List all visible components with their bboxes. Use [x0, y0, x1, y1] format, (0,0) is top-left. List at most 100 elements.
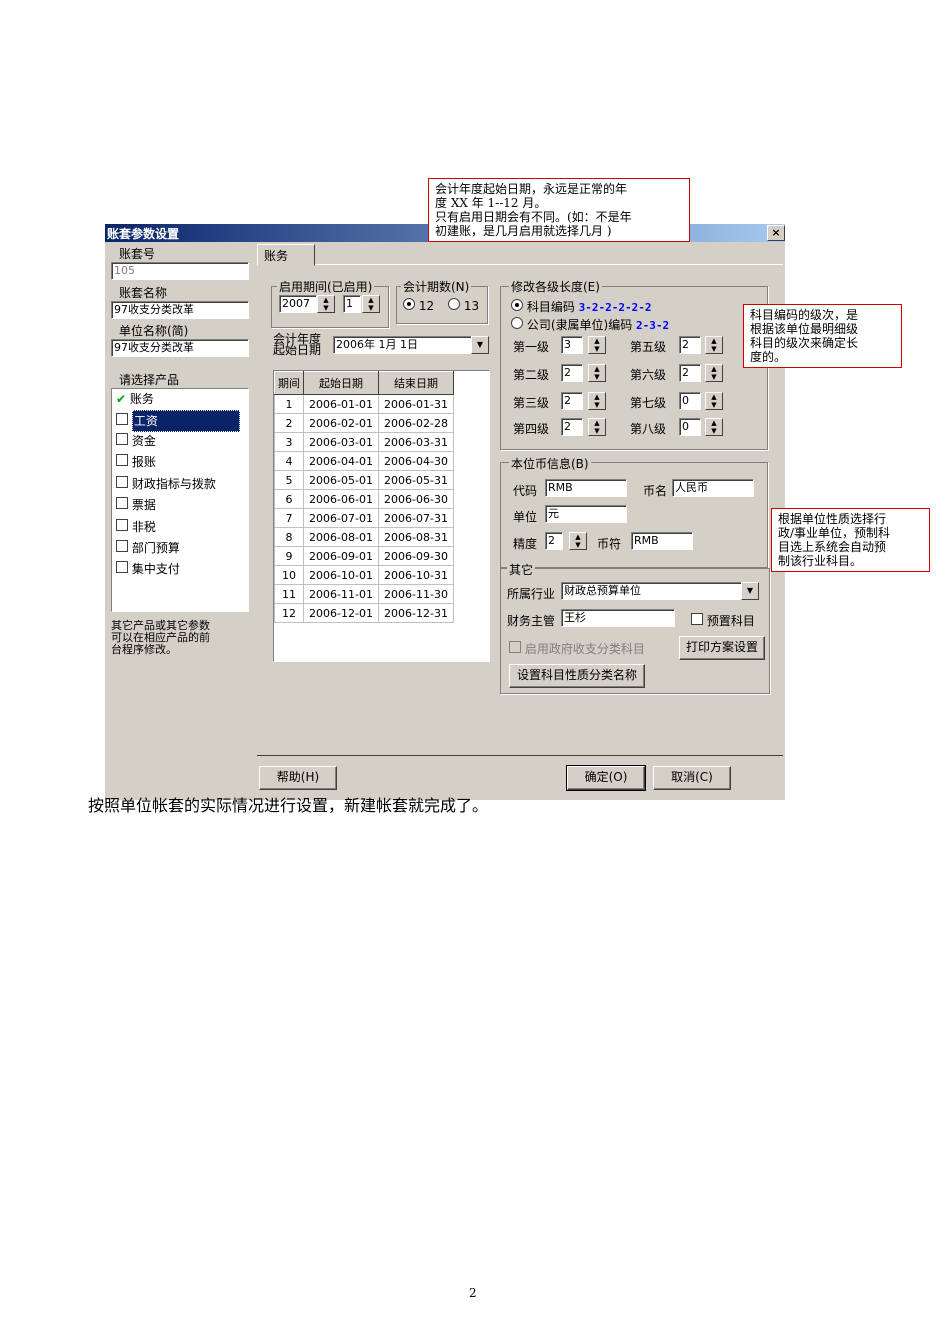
account-name-field[interactable]: 97收支分类改革: [111, 301, 249, 319]
chevron-down-icon[interactable]: ▼: [471, 336, 489, 354]
level-7-field[interactable]: 0: [679, 392, 701, 410]
level-5-field[interactable]: 2: [679, 336, 701, 354]
chevron-down-icon[interactable]: ▼: [741, 582, 759, 600]
level-6-field[interactable]: 2: [679, 364, 701, 382]
gov-subject-checkbox[interactable]: 启用政府收支分类科目: [509, 640, 645, 657]
table-row[interactable]: 1 2006-01-01 2006-01-31: [274, 394, 454, 414]
checkbox[interactable]: [116, 540, 128, 552]
industry-select[interactable]: 财政总预算单位: [561, 582, 743, 600]
checkbox[interactable]: [116, 413, 128, 425]
account-no-field[interactable]: 105: [111, 262, 249, 280]
cell: 2006-04-01: [303, 451, 379, 471]
checkbox[interactable]: [116, 497, 128, 509]
company-code-option[interactable]: 公司(隶属单位)编码 2-3-2: [511, 316, 669, 333]
subject-nature-button[interactable]: 设置科目性质分类名称: [509, 664, 645, 688]
product-item-finance-index[interactable]: 财政指标与拨款: [116, 474, 216, 494]
checkbox[interactable]: [509, 641, 521, 653]
subject-code-option[interactable]: 科目编码 3-2-2-2-2-2: [511, 298, 652, 315]
level-1-field[interactable]: 3: [561, 336, 583, 354]
table-row[interactable]: 6 2006-06-01 2006-06-30: [274, 489, 454, 509]
product-item-payment[interactable]: 集中支付: [116, 559, 180, 579]
cell: 2006-12-31: [378, 603, 454, 623]
window-title: 账套参数设置: [107, 227, 180, 241]
preset-subject-label: 预置科目: [706, 614, 755, 628]
precision-spinner[interactable]: ▲ ▼: [569, 532, 587, 550]
table-row[interactable]: 8 2006-08-01 2006-08-31: [274, 527, 454, 547]
cancel-button[interactable]: 取消(C): [653, 766, 731, 790]
radio-button[interactable]: [403, 298, 415, 310]
table-row[interactable]: 9 2006-09-01 2006-09-30: [274, 546, 454, 566]
product-item-ledger[interactable]: ✔ 账务: [116, 389, 154, 409]
year-field[interactable]: 2007: [279, 295, 317, 313]
tab-ledger[interactable]: 账务: [257, 244, 315, 266]
cell: 2006-11-30: [378, 584, 454, 604]
table-row[interactable]: 3 2006-03-01 2006-03-31: [274, 432, 454, 452]
cell: 7: [274, 508, 304, 528]
month-field[interactable]: 1: [343, 295, 361, 313]
note-fiscal-year: 会计年度起始日期，永远是正常的年 度 XX 年 1--12 月。 只有启用日期会…: [428, 178, 690, 242]
table-row[interactable]: 11 2006-11-01 2006-11-30: [274, 584, 454, 604]
level-1-spinner[interactable]: ▲ ▼: [588, 336, 606, 354]
level-8-spinner[interactable]: ▲ ▼: [705, 418, 723, 436]
ok-button[interactable]: 确定(O): [566, 765, 646, 791]
year-spinner[interactable]: ▲ ▼: [317, 295, 335, 313]
cell: 6: [274, 489, 304, 509]
radio-button[interactable]: [448, 298, 460, 310]
note-line: 只有启用日期会有不同。(如：不是年: [435, 210, 632, 224]
product-item-salary[interactable]: 工资: [116, 410, 240, 432]
table-row[interactable]: 4 2006-04-01 2006-04-30: [274, 451, 454, 471]
table-row[interactable]: 2 2006-02-01 2006-02-28: [274, 413, 454, 433]
product-item-budget[interactable]: 部门预算: [116, 538, 180, 558]
radio-12[interactable]: 12: [403, 298, 434, 313]
fiscal-start-date[interactable]: 2006年 1月 1日: [333, 336, 473, 354]
fiscal-start-label-line: 起始日期: [273, 343, 322, 357]
level-8-field[interactable]: 0: [679, 418, 701, 436]
table-row[interactable]: 12 2006-12-01 2006-12-31: [274, 603, 454, 623]
currency-code-field[interactable]: RMB: [545, 479, 627, 497]
level-2-field[interactable]: 2: [561, 364, 583, 382]
level-7-spinner[interactable]: ▲ ▼: [705, 392, 723, 410]
checkbox[interactable]: [116, 561, 128, 573]
currency-name-field[interactable]: 人民币: [672, 479, 754, 497]
product-item-reimburse[interactable]: 报账: [116, 452, 156, 472]
precision-field[interactable]: 2: [545, 532, 563, 550]
product-item-fund[interactable]: 资金: [116, 431, 156, 451]
checkbox[interactable]: [116, 519, 128, 531]
table-row[interactable]: 5 2006-05-01 2006-05-31: [274, 470, 454, 490]
month-spinner[interactable]: ▲ ▼: [362, 295, 380, 313]
precision-label: 精度: [513, 537, 538, 551]
manager-field[interactable]: 王杉: [561, 609, 675, 627]
level-6-spinner[interactable]: ▲ ▼: [705, 364, 723, 382]
product-item-nontax[interactable]: 非税: [116, 517, 156, 537]
radio-button[interactable]: [511, 317, 523, 329]
checkbox[interactable]: [116, 476, 128, 488]
checkbox[interactable]: [116, 433, 128, 445]
radio-13[interactable]: 13: [448, 298, 479, 313]
help-button[interactable]: 帮助(H): [259, 766, 337, 790]
radio-button[interactable]: [511, 299, 523, 311]
column-header[interactable]: 期间: [274, 371, 304, 395]
table-row[interactable]: 7 2006-07-01 2006-07-31: [274, 508, 454, 528]
level-4-field[interactable]: 2: [561, 418, 583, 436]
preset-subject-checkbox[interactable]: 预置科目: [691, 612, 755, 629]
cell: 2006-06-01: [303, 489, 379, 509]
column-header[interactable]: 起始日期: [303, 371, 379, 395]
level-5-spinner[interactable]: ▲ ▼: [705, 336, 723, 354]
level-3-spinner[interactable]: ▲ ▼: [588, 392, 606, 410]
column-header[interactable]: 结束日期: [378, 371, 454, 395]
close-button[interactable]: ×: [767, 225, 785, 241]
currency-unit-field[interactable]: 元: [545, 505, 627, 523]
tab-label: 账务: [264, 249, 289, 263]
currency-symbol-field[interactable]: RMB: [631, 532, 693, 550]
company-code-value: 2-3-2: [636, 319, 670, 332]
product-item-bill[interactable]: 票据: [116, 495, 156, 515]
level-2-spinner[interactable]: ▲ ▼: [588, 364, 606, 382]
unit-name-field[interactable]: 97收支分类改革: [111, 339, 249, 357]
checkbox[interactable]: [116, 454, 128, 466]
print-scheme-button[interactable]: 打印方案设置: [679, 636, 765, 660]
level-3-field[interactable]: 2: [561, 392, 583, 410]
table-row[interactable]: 10 2006-10-01 2006-10-31: [274, 565, 454, 585]
level-4-spinner[interactable]: ▲ ▼: [588, 418, 606, 436]
product-label: 请选择产品: [119, 373, 180, 387]
checkbox[interactable]: [691, 613, 703, 625]
